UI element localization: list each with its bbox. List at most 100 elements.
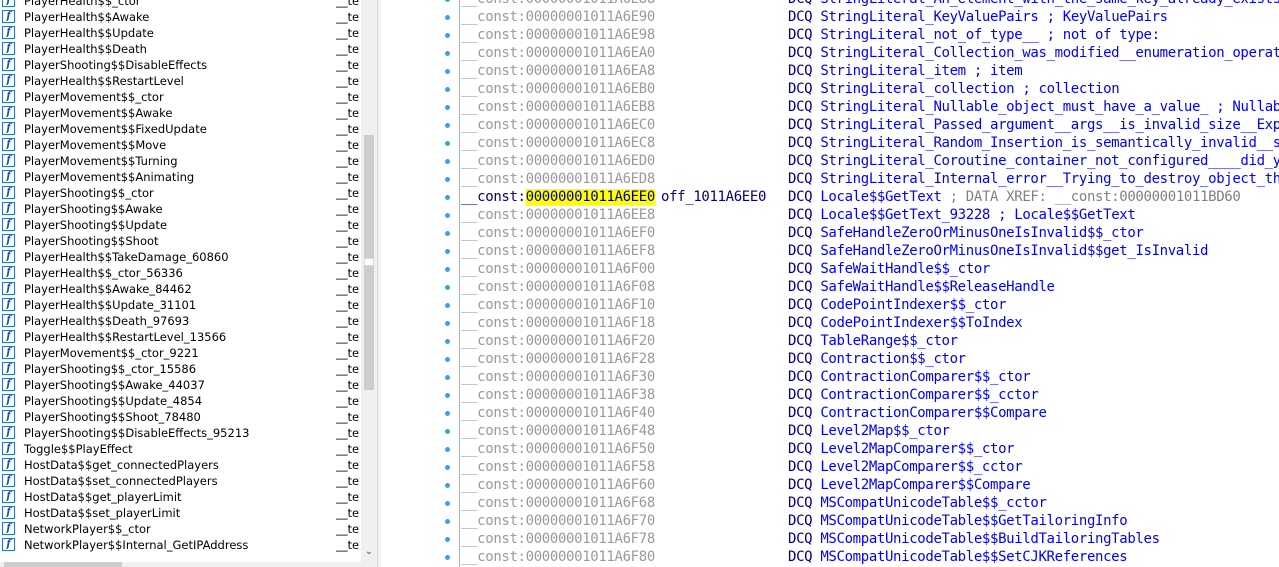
disassembly-line[interactable]: __const:00000001011A6F28 DCQ Contraction$… — [381, 350, 1279, 368]
breakpoint-dot-icon[interactable] — [445, 105, 450, 110]
function-list-item[interactable]: f PlayerShooting$$_ctor_15586 __te: — [0, 361, 362, 377]
breakpoint-dot-icon[interactable] — [445, 213, 450, 218]
address-value[interactable]: 00000001011A6F58 — [526, 459, 656, 475]
disassembly-line[interactable]: __const:00000001011A6F00 DCQ SafeWaitHand… — [381, 260, 1279, 278]
disassembly-line[interactable]: __const:00000001011A6EC0 DCQ StringLitera… — [381, 116, 1279, 134]
xref-comment[interactable]: ; DATA XREF: __const:00000001011BD60 — [950, 189, 1241, 205]
operand-symbol[interactable]: StringLiteral_item — [820, 63, 966, 79]
function-list-item[interactable]: f PlayerMovement$$Move __te: — [0, 137, 362, 153]
disassembly-line[interactable]: __const:00000001011A6F38 DCQ ContractionC… — [381, 386, 1279, 404]
operand-symbol[interactable]: StringLiteral_Nullable_object_must_have_… — [820, 99, 1208, 115]
breakpoint-dot-icon[interactable] — [445, 465, 450, 470]
breakpoint-dot-icon[interactable] — [445, 249, 450, 254]
function-list-item[interactable]: f PlayerMovement$$Animating __te: — [0, 169, 362, 185]
operand-symbol[interactable]: Locale$$GetText — [820, 189, 942, 205]
operand-symbol[interactable]: MSCompatUnicodeTable$$SetCJKReferences — [820, 549, 1127, 565]
function-list-item[interactable]: f Toggle$$PlayEffect __te: — [0, 441, 362, 457]
function-list-item[interactable]: f PlayerShooting$$Awake __te: — [0, 201, 362, 217]
breakpoint-dot-icon[interactable] — [445, 375, 450, 380]
breakpoint-dot-icon[interactable] — [445, 555, 450, 560]
address-value[interactable]: 00000001011A6F18 — [526, 315, 656, 331]
disassembly-line[interactable]: __const:00000001011A6F60 DCQ Level2MapCom… — [381, 476, 1279, 494]
breakpoint-dot-icon[interactable] — [445, 429, 450, 434]
disassembly-line[interactable]: __const:00000001011A6F58 DCQ Level2MapCom… — [381, 458, 1279, 476]
disassembly-line[interactable]: __const:00000001011A6EF0 DCQ SafeHandleZe… — [381, 224, 1279, 242]
function-list-item[interactable]: f PlayerShooting$$DisableEffects_95213 __t… — [0, 425, 362, 441]
function-list-item[interactable]: f HostData$$get_connectedPlayers __te: — [0, 457, 362, 473]
function-list-item[interactable]: f PlayerHealth$$Death __te: — [0, 41, 362, 57]
operand-symbol[interactable]: Locale$$GetText_93228 — [820, 207, 990, 223]
function-list-item[interactable]: f PlayerShooting$$Update_4854 __te: — [0, 393, 362, 409]
disassembly-line[interactable]: __const:00000001011A6F48 DCQ Level2Map$$_… — [381, 422, 1279, 440]
disassembly-line[interactable]: __const:00000001011A6EE8 DCQ Locale$$GetT… — [381, 206, 1279, 224]
operand-symbol[interactable]: Contraction$$_ctor — [820, 351, 966, 367]
operand-symbol[interactable]: MSCompatUnicodeTable$$_cctor — [820, 495, 1047, 511]
function-list-item[interactable]: f PlayerHealth$$Death_97693 __te: — [0, 313, 362, 329]
operand-symbol[interactable]: SafeWaitHandle$$ReleaseHandle — [820, 279, 1055, 295]
address-value[interactable]: 00000001011A6EB0 — [526, 81, 656, 97]
address-value[interactable]: 00000001011A6EA0 — [526, 45, 656, 61]
disassembly-line[interactable]: __const:00000001011A6EA8 DCQ StringLitera… — [381, 62, 1279, 80]
operand-symbol[interactable]: StringLiteral_Passed_argument__args__is_… — [820, 117, 1279, 133]
function-list-item[interactable]: f PlayerHealth$$_ctor __te: — [0, 0, 362, 9]
disassembly-line[interactable]: __const:00000001011A6E98 DCQ StringLitera… — [381, 26, 1279, 44]
data-label[interactable]: off_1011A6EE0 — [661, 188, 766, 206]
breakpoint-dot-icon[interactable] — [445, 15, 450, 20]
operand-symbol[interactable]: StringLiteral_not_of_type__ — [820, 27, 1038, 43]
breakpoint-dot-icon[interactable] — [445, 537, 450, 542]
function-list-item[interactable]: f PlayerShooting$$Awake_44037 __te: — [0, 377, 362, 393]
function-list-item[interactable]: f PlayerHealth$$Update_31101 __te: — [0, 297, 362, 313]
function-list-item[interactable]: f PlayerHealth$$RestartLevel_13566 __te: — [0, 329, 362, 345]
operand-symbol[interactable]: ContractionComparer$$_ctor — [820, 369, 1030, 385]
disassembly-line[interactable]: __const:00000001011A6EF8 DCQ SafeHandleZe… — [381, 242, 1279, 260]
operand-symbol[interactable]: MSCompatUnicodeTable$$GetTailoringInfo — [820, 513, 1127, 529]
address-value[interactable]: 00000001011A6ED8 — [526, 171, 656, 187]
breakpoint-dot-icon[interactable] — [445, 33, 450, 38]
breakpoint-dot-icon[interactable] — [445, 0, 450, 2]
operand-symbol[interactable]: ContractionComparer$$_cctor — [820, 387, 1038, 403]
operand-symbol[interactable]: Level2MapComparer$$_ctor — [820, 441, 1014, 457]
function-list-item[interactable]: f NetworkPlayer$$Internal_GetIPAddress __t… — [0, 537, 362, 553]
function-list-item[interactable]: f PlayerShooting$$_ctor __te: — [0, 185, 362, 201]
breakpoint-dot-icon[interactable] — [445, 321, 450, 326]
function-list-item[interactable]: f PlayerHealth$$Awake_84462 __te: — [0, 281, 362, 297]
disassembly-line[interactable]: __const:00000001011A6F20 DCQ TableRange$$… — [381, 332, 1279, 350]
address-value[interactable]: 00000001011A6EC8 — [526, 135, 656, 151]
breakpoint-dot-icon[interactable] — [445, 69, 450, 74]
address-value[interactable]: 00000001011A6EC0 — [526, 117, 656, 133]
address-value[interactable]: 00000001011A6F20 — [526, 333, 656, 349]
function-list-item[interactable]: f HostData$$set_playerLimit __te: — [0, 505, 362, 521]
breakpoint-dot-icon[interactable] — [445, 411, 450, 416]
disassembly-line[interactable]: __const:00000001011A6EB8 DCQ StringLitera… — [381, 98, 1279, 116]
breakpoint-dot-icon[interactable] — [445, 195, 450, 200]
function-list-item[interactable]: f HostData$$set_connectedPlayers __te: — [0, 473, 362, 489]
breakpoint-dot-icon[interactable] — [445, 231, 450, 236]
disassembly-line[interactable]: __const:00000001011A6ED0 DCQ StringLitera… — [381, 152, 1279, 170]
address-value[interactable]: 00000001011A6F60 — [526, 477, 656, 493]
address-value[interactable]: 00000001011A6F00 — [526, 261, 656, 277]
breakpoint-dot-icon[interactable] — [445, 285, 450, 290]
breakpoint-dot-icon[interactable] — [445, 51, 450, 56]
address-value[interactable]: 00000001011A6E90 — [526, 9, 656, 25]
operand-symbol[interactable]: CodePointIndexer$$_ctor — [820, 297, 1006, 313]
disassembly-line[interactable]: __const:00000001011A6E90 DCQ StringLitera… — [381, 8, 1279, 26]
disassembly-line[interactable]: __const:00000001011A6F70 DCQ MSCompatUnic… — [381, 512, 1279, 530]
disassembly-line[interactable]: __const:00000001011A6F50 DCQ Level2MapCom… — [381, 440, 1279, 458]
address-value[interactable]: 00000001011A6F70 — [526, 513, 656, 529]
function-list-item[interactable]: f PlayerHealth$$TakeDamage_60860 __te: — [0, 249, 362, 265]
function-list-item[interactable]: f PlayerShooting$$Shoot_78480 __te: — [0, 409, 362, 425]
operand-symbol[interactable]: StringLiteral_An_element_with_the_same_k… — [820, 0, 1279, 7]
function-list-item[interactable]: f PlayerShooting$$Shoot __te: — [0, 233, 362, 249]
function-list-item[interactable]: f PlayerMovement$$Awake __te: — [0, 105, 362, 121]
disassembly-line[interactable]: __const:00000001011A6ED8 DCQ StringLitera… — [381, 170, 1279, 188]
function-list-item[interactable]: f PlayerShooting$$Update __te: — [0, 217, 362, 233]
operand-symbol[interactable]: StringLiteral_Random_Insertion_is_semant… — [820, 135, 1279, 151]
address-value[interactable]: 00000001011A6E88 — [526, 0, 656, 7]
disassembly-line[interactable]: __const:00000001011A6EC8 DCQ StringLitera… — [381, 134, 1279, 152]
address-value[interactable]: 00000001011A6F50 — [526, 441, 656, 457]
function-list-horizontal-scrollbar[interactable] — [0, 562, 362, 567]
breakpoint-dot-icon[interactable] — [445, 393, 450, 398]
address-value[interactable]: 00000001011A6EF0 — [526, 225, 656, 241]
breakpoint-dot-icon[interactable] — [445, 519, 450, 524]
operand-symbol[interactable]: ContractionComparer$$Compare — [820, 405, 1047, 421]
